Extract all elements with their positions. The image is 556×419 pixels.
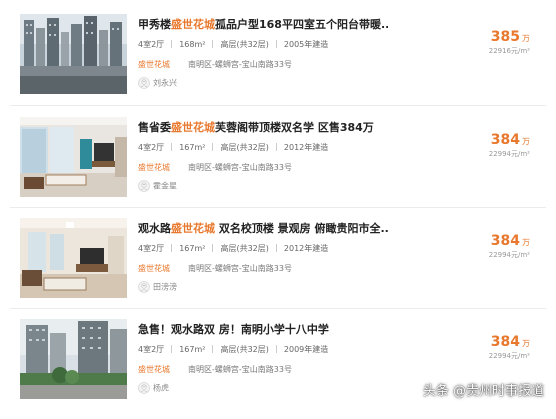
room-layout: 4室2厅 xyxy=(138,143,165,152)
price-unit: 万 xyxy=(522,34,530,43)
title-text: 孤品户型168平四室五个阳台带暖... xyxy=(215,18,388,31)
price-value: 385 xyxy=(490,29,520,45)
price-value: 384 xyxy=(490,334,520,350)
agent-avatar-icon xyxy=(138,281,150,293)
agent-name: 杨虎 xyxy=(153,383,169,393)
title-text: 芙蓉阁带顶楼双名学 区售384万 xyxy=(215,121,374,134)
room-layout: 4室2厅 xyxy=(138,40,165,49)
divider xyxy=(212,345,214,353)
divider xyxy=(275,40,277,48)
listing-title[interactable]: 观水路盛世花城 双名校顶楼 景观房 俯瞰贵阳市全... xyxy=(138,220,388,236)
listing-location-row: 盛世花城 南明区-螺蛳宫-宝山南路33号 xyxy=(138,59,292,70)
build-year: 2012年建造 xyxy=(283,244,329,253)
source-watermark: 头条 @贵州时事报道 xyxy=(422,384,544,399)
listing-title[interactable]: 甲秀楼盛世花城孤品户型168平四室五个阳台带暖... xyxy=(138,16,388,32)
room-layout: 4室2厅 xyxy=(138,345,165,354)
agent-info[interactable]: 杨虎 xyxy=(138,382,169,396)
unit-price: 22994元/m² xyxy=(488,251,530,259)
title-text: 甲秀楼 xyxy=(138,18,171,31)
floor-area: 167m² xyxy=(179,345,206,354)
agent-avatar-icon xyxy=(138,77,150,89)
agent-avatar-icon xyxy=(138,382,150,394)
unit-price: 22994元/m² xyxy=(488,150,530,158)
listing-card[interactable]: 售省委盛世花城芙蓉阁带顶楼双名学 区售384万 4室2厅 167m² 高层(共32层… xyxy=(0,117,556,217)
price-value: 384 xyxy=(490,132,520,148)
unit-price: 22994元/m² xyxy=(488,352,530,360)
floor-area: 168m² xyxy=(179,40,206,49)
price-unit: 万 xyxy=(522,238,530,247)
unit-price: 22916元/m² xyxy=(488,47,530,55)
agent-info[interactable]: 刘永兴 xyxy=(138,77,177,91)
title-highlight: 盛世花城 xyxy=(171,222,215,235)
floor-area: 167m² xyxy=(179,143,206,152)
listing-divider xyxy=(10,207,546,208)
listing-photo-cityscape[interactable] xyxy=(20,14,127,94)
listing-specs: 4室2厅 167m² 高层(共32层) 2012年建造 xyxy=(138,243,328,254)
agent-info[interactable]: 霍金星 xyxy=(138,180,177,194)
title-text: 观水路 xyxy=(138,222,171,235)
build-year: 2012年建造 xyxy=(283,143,329,152)
build-year: 2009年建造 xyxy=(283,345,329,354)
listing-card[interactable]: 观水路盛世花城 双名校顶楼 景观房 俯瞰贵阳市全... 4室2厅 167m² 高层(… xyxy=(0,218,556,318)
listing-divider xyxy=(10,105,546,106)
divider xyxy=(275,143,277,151)
listing-photo-living-room[interactable] xyxy=(20,218,127,298)
title-highlight: 盛世花城 xyxy=(171,18,215,31)
divider xyxy=(171,345,173,353)
price-value: 384 xyxy=(490,233,520,249)
listing-title[interactable]: 急售！观水路双 房！南明小学十八中学 xyxy=(138,321,388,337)
title-text: 急售！观水路双 房！南明小学十八中学 xyxy=(138,323,329,336)
divider xyxy=(275,244,277,252)
listing-location-row: 盛世花城 南明区-螺蛳宫-宝山南路33号 xyxy=(138,364,292,375)
title-text: 售省委 xyxy=(138,121,171,134)
address: 南明区-螺蛳宫-宝山南路33号 xyxy=(188,60,292,69)
agent-name: 田滂滂 xyxy=(153,282,177,292)
divider xyxy=(171,143,173,151)
divider xyxy=(275,345,277,353)
listing-specs: 4室2厅 167m² 高层(共32层) 2012年建造 xyxy=(138,142,328,153)
listing-specs: 4室2厅 168m² 高层(共32层) 2005年建造 xyxy=(138,39,328,50)
listing-location-row: 盛世花城 南明区-螺蛳宫-宝山南路33号 xyxy=(138,263,292,274)
divider xyxy=(212,244,214,252)
divider xyxy=(212,40,214,48)
divider xyxy=(171,244,173,252)
divider xyxy=(171,40,173,48)
listing-divider xyxy=(10,308,546,309)
listing-specs: 4室2厅 167m² 高层(共32层) 2009年建造 xyxy=(138,344,328,355)
divider xyxy=(212,143,214,151)
address: 南明区-螺蛳宫-宝山南路33号 xyxy=(188,264,292,273)
listing-card[interactable]: 急售！观水路双 房！南明小学十八中学 4室2厅 167m² 高层(共32层) 2009… xyxy=(0,319,556,419)
total-price: 384 万 xyxy=(491,331,530,350)
total-price: 384 万 xyxy=(491,230,530,249)
listing-photo-building-exterior[interactable] xyxy=(20,319,127,399)
listing-location-row: 盛世花城 南明区-螺蛳宫-宝山南路33号 xyxy=(138,162,292,173)
floor-level: 高层(共32层) xyxy=(220,345,269,354)
community-link[interactable]: 盛世花城 xyxy=(138,365,170,374)
title-text: 双名校顶楼 景观房 俯瞰贵阳市全... xyxy=(215,222,388,235)
floor-level: 高层(共32层) xyxy=(220,143,269,152)
floor-area: 167m² xyxy=(179,244,206,253)
total-price: 384 万 xyxy=(491,129,530,148)
agent-avatar-icon xyxy=(138,180,150,192)
floor-level: 高层(共32层) xyxy=(220,244,269,253)
address: 南明区-螺蛳宫-宝山南路33号 xyxy=(188,163,292,172)
community-link[interactable]: 盛世花城 xyxy=(138,60,170,69)
listing-photo-living-room[interactable] xyxy=(20,117,127,197)
room-layout: 4室2厅 xyxy=(138,244,165,253)
community-link[interactable]: 盛世花城 xyxy=(138,264,170,273)
address: 南明区-螺蛳宫-宝山南路33号 xyxy=(188,365,292,374)
agent-name: 霍金星 xyxy=(153,181,177,191)
total-price: 385 万 xyxy=(491,26,530,45)
price-unit: 万 xyxy=(522,339,530,348)
price-unit: 万 xyxy=(522,137,530,146)
title-highlight: 盛世花城 xyxy=(171,121,215,134)
listing-title[interactable]: 售省委盛世花城芙蓉阁带顶楼双名学 区售384万 xyxy=(138,119,388,135)
floor-level: 高层(共32层) xyxy=(220,40,269,49)
build-year: 2005年建造 xyxy=(283,40,329,49)
agent-info[interactable]: 田滂滂 xyxy=(138,281,177,295)
agent-name: 刘永兴 xyxy=(153,78,177,88)
community-link[interactable]: 盛世花城 xyxy=(138,163,170,172)
listing-card[interactable]: 甲秀楼盛世花城孤品户型168平四室五个阳台带暖... 4室2厅 168m² 高层(共… xyxy=(0,14,556,114)
